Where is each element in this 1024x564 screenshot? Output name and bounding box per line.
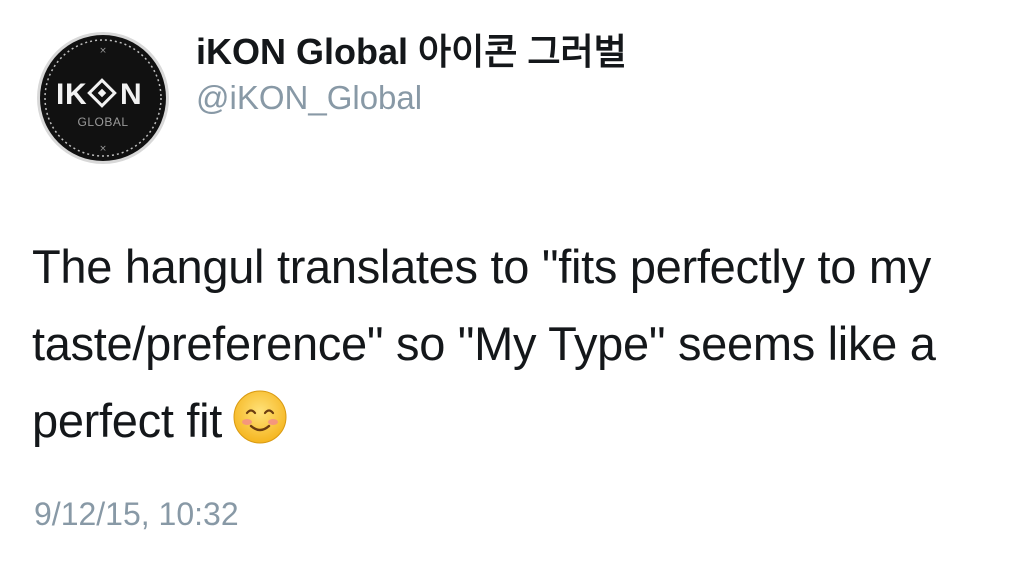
svg-text:×: × (99, 46, 107, 56)
smiling-face-emoji (232, 389, 288, 445)
svg-text:GLOBAL: GLOBAL (77, 115, 128, 129)
user-handle[interactable]: @iKON_Global (196, 78, 422, 118)
tweet-card: × × I K N GLOBAL iKON Global 아이콘 그러벌 @iK… (0, 0, 1024, 564)
svg-text:N: N (120, 78, 142, 111)
svg-text:K: K (65, 78, 87, 111)
tweet-timestamp[interactable]: 9/12/15, 10:32 (34, 494, 239, 534)
avatar[interactable]: × × I K N GLOBAL (36, 31, 170, 165)
svg-text:I: I (56, 78, 64, 111)
ikon-logo-icon: × × I K N GLOBAL (37, 32, 169, 164)
tweet-body: The hangul translates to "fits perfectly… (32, 240, 936, 447)
tweet-text: The hangul translates to "fits perfectly… (32, 228, 992, 459)
svg-text:×: × (99, 144, 107, 154)
display-name[interactable]: iKON Global 아이콘 그러벌 (196, 30, 627, 74)
